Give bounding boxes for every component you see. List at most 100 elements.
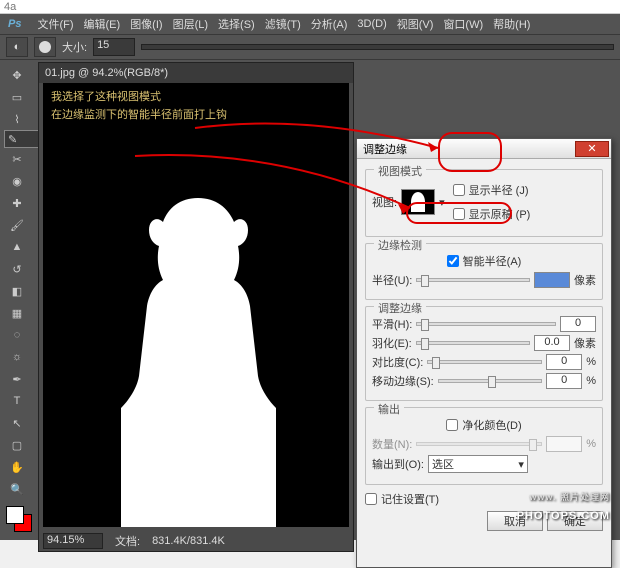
brush-preset-icon[interactable] xyxy=(34,37,56,57)
feather-value[interactable]: 0.0 xyxy=(534,335,570,351)
crop-tool[interactable]: ✂ xyxy=(4,148,30,170)
document-tab[interactable]: 01.jpg @ 94.2%(RGB/8*) xyxy=(39,63,353,83)
menu-edit[interactable]: 编辑(E) xyxy=(80,16,125,32)
view-thumbnail[interactable] xyxy=(401,189,435,215)
dodge-tool[interactable]: ☼ xyxy=(4,346,30,368)
output-select-value: 选区 xyxy=(432,456,454,472)
app-logo: Ps xyxy=(4,18,25,30)
remember-label: 记住设置(T) xyxy=(381,491,439,507)
adjust-edge-title: 调整边缘 xyxy=(374,300,426,316)
watermark-small: www. 照片处理网 xyxy=(517,490,610,503)
zoom-field[interactable]: 94.15% xyxy=(43,533,103,549)
output-to-select[interactable]: 选区 ▾ xyxy=(428,455,528,473)
watermark: www. 照片处理网 PHOTOPS.COM xyxy=(517,490,610,524)
smooth-label: 平滑(H): xyxy=(372,316,412,332)
amount-label: 数量(N): xyxy=(372,436,412,452)
close-button[interactable]: ✕ xyxy=(575,141,609,157)
smooth-value[interactable]: 0 xyxy=(560,316,596,332)
menu-image[interactable]: 图像(I) xyxy=(126,16,166,32)
brush-size-field[interactable]: 15 xyxy=(93,38,135,56)
file-info: 831.4K/831.4K xyxy=(152,535,225,547)
feather-slider[interactable] xyxy=(416,341,530,345)
amount-value xyxy=(546,436,582,452)
output-to-label: 输出到(O): xyxy=(372,456,424,472)
current-tool-icon[interactable]: ◐ xyxy=(6,37,28,57)
contrast-value[interactable]: 0 xyxy=(546,354,582,370)
eyedropper-tool[interactable]: ◉ xyxy=(4,170,30,192)
healing-tool[interactable]: ✚ xyxy=(4,192,30,214)
pen-tool[interactable]: ✒ xyxy=(4,368,30,390)
history-brush-tool[interactable]: ↺ xyxy=(4,258,30,280)
workspace: ✥ ▭ ⌇ ✎ ✂ ◉ ✚ 🖌 ▲ ↺ ◧ ▦ ◌ ☼ ✒ T ↖ ▢ ✋ 🔍 xyxy=(0,60,620,540)
gradient-tool[interactable]: ▦ xyxy=(4,302,30,324)
radius-label: 半径(U): xyxy=(372,272,412,288)
zoom-tool[interactable]: 🔍 xyxy=(4,478,30,500)
lasso-tool[interactable]: ⌇ xyxy=(4,108,30,130)
hand-tool[interactable]: ✋ xyxy=(4,456,30,478)
view-dropdown-icon[interactable]: ▾ xyxy=(439,196,445,209)
view-label: 视图: xyxy=(372,194,397,210)
pct-unit-3: % xyxy=(586,438,596,450)
chevron-down-icon: ▾ xyxy=(518,458,524,471)
file-info-label: 文档: xyxy=(115,533,140,549)
menu-window[interactable]: 窗口(W) xyxy=(439,16,487,32)
output-group: 输出 净化颜色(D) 数量(N):% 输出到(O):选区▾ xyxy=(365,407,603,485)
annotation-text: 我选择了这种视图模式 在边缘监测下的智能半径前面打上钩 xyxy=(51,89,227,124)
radius-value[interactable] xyxy=(534,272,570,288)
type-tool[interactable]: T xyxy=(4,390,30,412)
size-slider[interactable] xyxy=(141,44,614,50)
menu-help[interactable]: 帮助(H) xyxy=(489,16,534,32)
shift-label: 移动边缘(S): xyxy=(372,373,434,389)
px-unit: 像素 xyxy=(574,272,596,288)
decontaminate-label: 净化颜色(D) xyxy=(462,417,521,433)
contrast-slider[interactable] xyxy=(427,360,542,364)
move-tool[interactable]: ✥ xyxy=(4,64,30,86)
menu-select[interactable]: 选择(S) xyxy=(214,16,259,32)
status-bar: 94.15% 文档: 831.4K/831.4K xyxy=(39,531,353,551)
shape-tool[interactable]: ▢ xyxy=(4,434,30,456)
dialog-title: 调整边缘 xyxy=(363,141,407,157)
view-mode-title: 视图模式 xyxy=(374,163,426,179)
px-unit-2: 像素 xyxy=(574,335,596,351)
show-original-checkbox[interactable] xyxy=(453,208,465,220)
menu-analysis[interactable]: 分析(A) xyxy=(307,16,352,32)
silhouette-mask xyxy=(113,193,283,527)
smooth-slider[interactable] xyxy=(416,322,556,326)
contrast-label: 对比度(C): xyxy=(372,354,423,370)
foreground-color[interactable] xyxy=(6,506,24,524)
pct-unit-2: % xyxy=(586,375,596,387)
canvas[interactable]: 我选择了这种视图模式 在边缘监测下的智能半径前面打上钩 xyxy=(43,83,349,527)
menu-view[interactable]: 视图(V) xyxy=(393,16,438,32)
show-radius-checkbox[interactable] xyxy=(453,184,465,196)
smart-radius-checkbox[interactable] xyxy=(447,255,459,267)
path-tool[interactable]: ↖ xyxy=(4,412,30,434)
show-radius-label: 显示半径 (J) xyxy=(469,182,529,198)
radius-slider[interactable] xyxy=(416,278,530,282)
brush-tool[interactable]: 🖌 xyxy=(4,214,30,236)
annotation-line-1: 我选择了这种视图模式 xyxy=(51,89,227,107)
dialog-titlebar[interactable]: 调整边缘 ✕ xyxy=(357,139,611,159)
color-swatches[interactable] xyxy=(4,504,32,538)
amount-slider xyxy=(416,442,542,446)
menu-file[interactable]: 文件(F) xyxy=(33,16,77,32)
size-label: 大小: xyxy=(62,39,87,55)
blur-tool[interactable]: ◌ xyxy=(4,324,30,346)
shift-value[interactable]: 0 xyxy=(546,373,582,389)
menu-layer[interactable]: 图层(L) xyxy=(169,16,212,32)
shift-slider[interactable] xyxy=(438,379,542,383)
remember-checkbox[interactable] xyxy=(365,493,377,505)
stamp-tool[interactable]: ▲ xyxy=(4,236,30,258)
feather-label: 羽化(E): xyxy=(372,335,412,351)
adjust-edge-group: 调整边缘 平滑(H):0 羽化(E):0.0像素 对比度(C):0% 移动边缘(… xyxy=(365,306,603,401)
menu-3d[interactable]: 3D(D) xyxy=(353,18,390,30)
smart-radius-label: 智能半径(A) xyxy=(463,253,522,269)
photoshop-window: Ps 文件(F) 编辑(E) 图像(I) 图层(L) 选择(S) 滤镜(T) 分… xyxy=(0,14,620,540)
menu-filter[interactable]: 滤镜(T) xyxy=(261,16,305,32)
page-label: 4a xyxy=(0,0,620,14)
tools-panel: ✥ ▭ ⌇ ✎ ✂ ◉ ✚ 🖌 ▲ ↺ ◧ ▦ ◌ ☼ ✒ T ↖ ▢ ✋ 🔍 xyxy=(4,64,32,538)
marquee-tool[interactable]: ▭ xyxy=(4,86,30,108)
pct-unit: % xyxy=(586,356,596,368)
eraser-tool[interactable]: ◧ xyxy=(4,280,30,302)
decontaminate-checkbox[interactable] xyxy=(446,419,458,431)
watermark-big: PHOTOPS.COM xyxy=(517,510,610,522)
